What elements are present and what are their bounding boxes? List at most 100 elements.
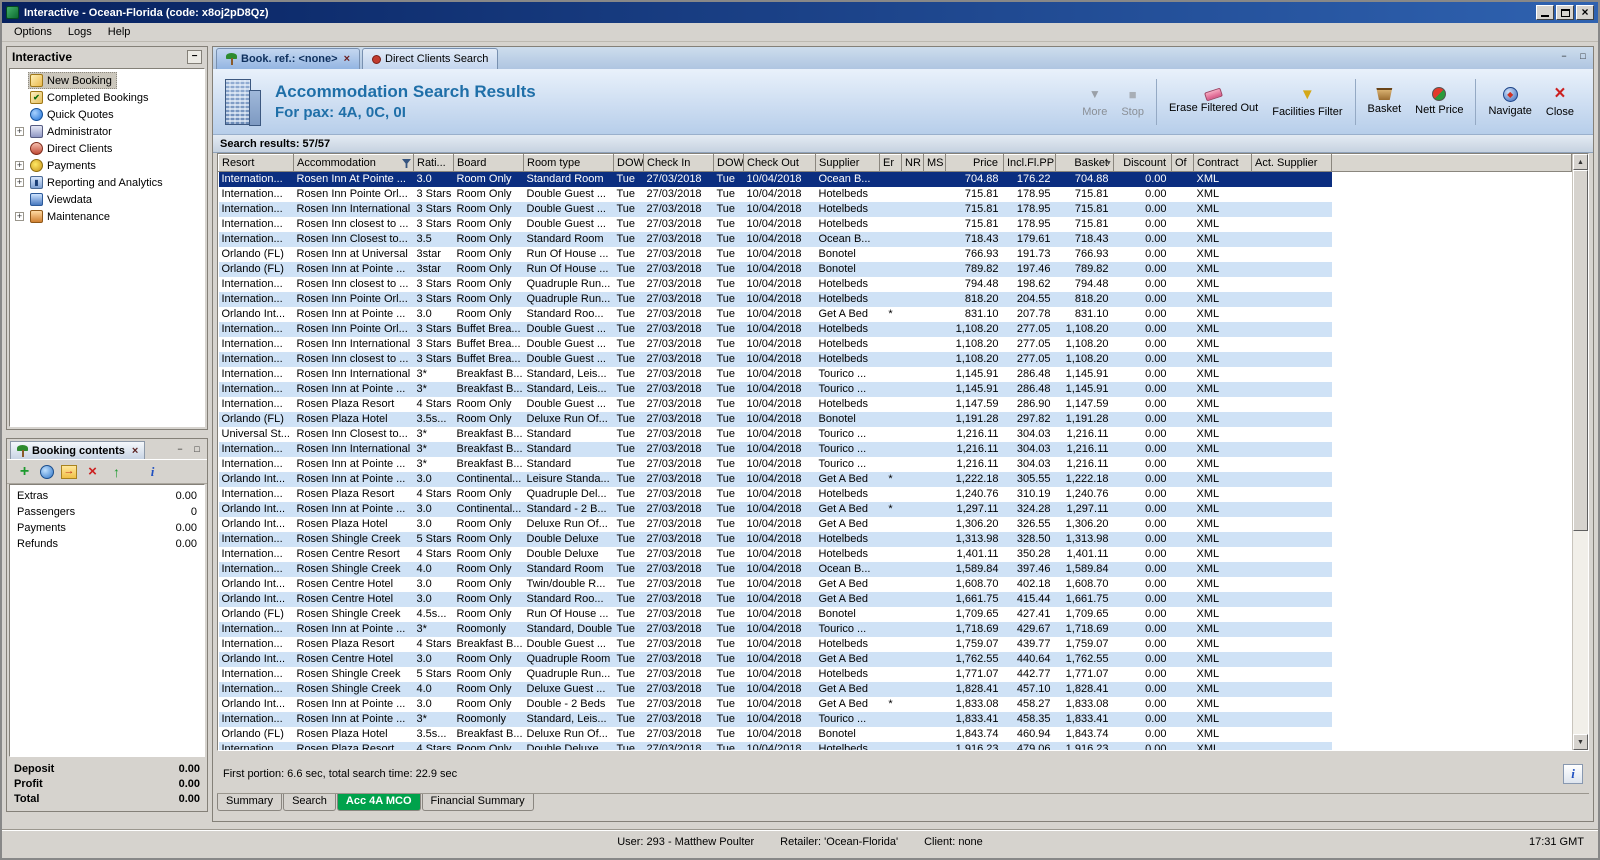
delete-button[interactable]: ×: [84, 463, 101, 480]
column-header-basket[interactable]: Basket: [1055, 154, 1114, 172]
mdi-restore-button[interactable]: □: [1576, 50, 1590, 63]
column-header-contract[interactable]: Contract: [1193, 154, 1252, 172]
table-row[interactable]: Orlando Int... Rosen Inn at Pointe ... 3.0…: [218, 307, 1572, 322]
table-row[interactable]: Internation... Rosen Inn International 3* B…: [218, 442, 1572, 457]
table-row[interactable]: Universal St... Rosen Inn Closest to... 3*…: [218, 427, 1572, 442]
table-row[interactable]: Orlando Int... Rosen Centre Hotel 3.0 Room …: [218, 592, 1572, 607]
column-header-check-in[interactable]: Check In: [643, 154, 714, 172]
table-row[interactable]: Internation... Rosen Shingle Creek 5 Stars…: [218, 667, 1572, 682]
table-row[interactable]: Internation... Rosen Centre Resort 4 Stars…: [218, 547, 1572, 562]
column-header-price[interactable]: Price: [945, 154, 1004, 172]
column-header-accommodation[interactable]: Accommodation: [293, 154, 414, 172]
add-button[interactable]: +: [16, 463, 33, 480]
table-row[interactable]: Internation... Rosen Inn Pointe Orl... 3 S…: [218, 187, 1572, 202]
table-row[interactable]: Internation... Rosen Inn at Pointe ... 3* B…: [218, 457, 1572, 472]
booking-list-item[interactable]: Extras 0.00: [10, 488, 204, 504]
navigate-button[interactable]: Navigate: [1481, 84, 1538, 120]
sidebar-item-reporting-and-analytics[interactable]: + Reporting and Analytics: [10, 174, 204, 191]
table-row[interactable]: Orlando (FL) Rosen Plaza Hotel 3.5s... Brea…: [218, 727, 1572, 742]
column-header-incl-fl-pp[interactable]: Incl.Fl.PP: [1003, 154, 1056, 172]
info-button[interactable]: i: [1563, 764, 1583, 784]
panel-close-icon[interactable]: ×: [132, 445, 138, 457]
table-row[interactable]: Internation... Rosen Inn at Pointe ... 3* B…: [218, 382, 1572, 397]
column-header-nr[interactable]: NR: [901, 154, 924, 172]
sidebar-item-maintenance[interactable]: + Maintenance: [10, 208, 204, 225]
table-row[interactable]: Internation... Rosen Inn closest to ... 3 …: [218, 217, 1572, 232]
column-header-discount[interactable]: Discount: [1113, 154, 1172, 172]
column-header-board[interactable]: Board: [453, 154, 524, 172]
sidebar-item-new-booking[interactable]: +New Booking: [10, 72, 204, 89]
maximize-button[interactable]: [1556, 5, 1574, 20]
tab-close-icon[interactable]: ×: [344, 53, 350, 65]
filter-icon[interactable]: [402, 159, 411, 168]
expand-icon[interactable]: +: [15, 178, 24, 187]
table-row[interactable]: Internation... Rosen Plaza Resort 4 Stars R…: [218, 742, 1572, 750]
panel-minimize-button[interactable]: −: [173, 443, 187, 456]
table-row[interactable]: Internation... Rosen Inn International 3 S…: [218, 337, 1572, 352]
table-row[interactable]: Internation... Rosen Inn International 3* B…: [218, 367, 1572, 382]
facilities-filter-button[interactable]: Facilities Filter: [1265, 82, 1349, 121]
scroll-up-icon[interactable]: ▲: [1573, 154, 1588, 170]
tab-booking[interactable]: Book. ref.: <none> ×: [216, 48, 361, 69]
table-row[interactable]: Internation... Rosen Shingle Creek 5 Stars…: [218, 532, 1572, 547]
up-button[interactable]: ↑: [108, 463, 125, 480]
table-row[interactable]: Orlando Int... Rosen Centre Hotel 3.0 Room …: [218, 577, 1572, 592]
column-header-check-out[interactable]: Check Out: [743, 154, 816, 172]
table-row[interactable]: Orlando Int... Rosen Inn at Pointe ... 3.0…: [218, 472, 1572, 487]
table-row[interactable]: Orlando Int... Rosen Centre Hotel 3.0 Room …: [218, 652, 1572, 667]
table-row[interactable]: Orlando Int... Rosen Inn at Pointe ... 3.0…: [218, 502, 1572, 517]
booking-list-item[interactable]: Refunds 0.00: [10, 536, 204, 552]
table-row[interactable]: Internation... Rosen Inn at Pointe ... 3* R…: [218, 622, 1572, 637]
export-button[interactable]: →: [61, 464, 77, 479]
panel-restore-button[interactable]: □: [190, 443, 204, 456]
bottom-tab-search[interactable]: Search: [283, 794, 336, 811]
sidebar-item-direct-clients[interactable]: +Direct Clients: [10, 140, 204, 157]
bottom-tab-financial-summary[interactable]: Financial Summary: [421, 794, 534, 811]
column-header-resort[interactable]: Resort: [218, 154, 294, 172]
sidebar-item-completed-bookings[interactable]: +Completed Bookings: [10, 89, 204, 106]
table-row[interactable]: Internation... Rosen Plaza Resort 4 Stars R…: [218, 487, 1572, 502]
table-row[interactable]: Orlando Int... Rosen Inn at Pointe ... 3.0…: [218, 697, 1572, 712]
table-row[interactable]: Internation... Rosen Inn Pointe Orl... 3 S…: [218, 292, 1572, 307]
bottom-tab-acc-4a-mco[interactable]: Acc 4A MCO: [336, 794, 421, 811]
menu-item-help[interactable]: Help: [100, 24, 139, 40]
table-row[interactable]: Orlando (FL) Rosen Shingle Creek 4.5s... Ro…: [218, 607, 1572, 622]
column-header-of[interactable]: Of: [1171, 154, 1194, 172]
sidebar-item-payments[interactable]: + Payments: [10, 157, 204, 174]
column-header-room-type[interactable]: Room type: [523, 154, 614, 172]
mdi-minimize-button[interactable]: −: [1557, 50, 1571, 63]
close-button[interactable]: Close: [1539, 82, 1581, 121]
table-row[interactable]: Internation... Rosen Shingle Creek 4.0 Room…: [218, 562, 1572, 577]
vertical-scrollbar[interactable]: ▲ ▼: [1572, 154, 1588, 750]
expand-icon[interactable]: +: [15, 212, 24, 221]
booking-contents-tab[interactable]: Booking contents ×: [10, 441, 146, 459]
scrollbar-thumb[interactable]: [1573, 170, 1588, 531]
menu-item-logs[interactable]: Logs: [60, 24, 100, 40]
scroll-down-icon[interactable]: ▼: [1573, 734, 1588, 750]
table-row[interactable]: Orlando Int... Rosen Plaza Hotel 3.0 Room O…: [218, 517, 1572, 532]
column-header-ms[interactable]: MS: [923, 154, 946, 172]
globe-button[interactable]: [40, 464, 54, 479]
menu-item-options[interactable]: Options: [6, 24, 60, 40]
info-button[interactable]: i: [144, 463, 161, 480]
table-row[interactable]: Internation... Rosen Inn International 3 S…: [218, 202, 1572, 217]
column-header-supplier[interactable]: Supplier: [815, 154, 880, 172]
sidebar-item-administrator[interactable]: + Administrator: [10, 123, 204, 140]
table-row[interactable]: Internation... Rosen Inn at Pointe ... 3* R…: [218, 712, 1572, 727]
table-row[interactable]: Internation... Rosen Inn Closest to... 3.5…: [218, 232, 1572, 247]
table-row[interactable]: Internation... Rosen Inn Pointe Orl... 3 S…: [218, 322, 1572, 337]
scrollbar-track[interactable]: [1573, 170, 1588, 734]
column-header-rati[interactable]: Rati...: [413, 154, 454, 172]
minimize-button[interactable]: [1536, 5, 1554, 20]
booking-list-item[interactable]: Passengers 0: [10, 504, 204, 520]
column-header-er[interactable]: Er: [879, 154, 902, 172]
expand-icon[interactable]: +: [15, 161, 24, 170]
table-row[interactable]: Orlando (FL) Rosen Plaza Hotel 3.5s... Room…: [218, 412, 1572, 427]
table-row[interactable]: Internation... Rosen Plaza Resort 4 Stars R…: [218, 397, 1572, 412]
column-header-dow[interactable]: DOW: [713, 154, 744, 172]
column-header-dow[interactable]: DOW: [613, 154, 644, 172]
collapse-panel-button[interactable]: −: [187, 50, 202, 64]
table-row[interactable]: Orlando (FL) Rosen Inn at Pointe ... 3star…: [218, 262, 1572, 277]
bottom-tab-summary[interactable]: Summary: [217, 794, 283, 811]
tab-direct-clients-search[interactable]: Direct Clients Search: [362, 48, 499, 69]
